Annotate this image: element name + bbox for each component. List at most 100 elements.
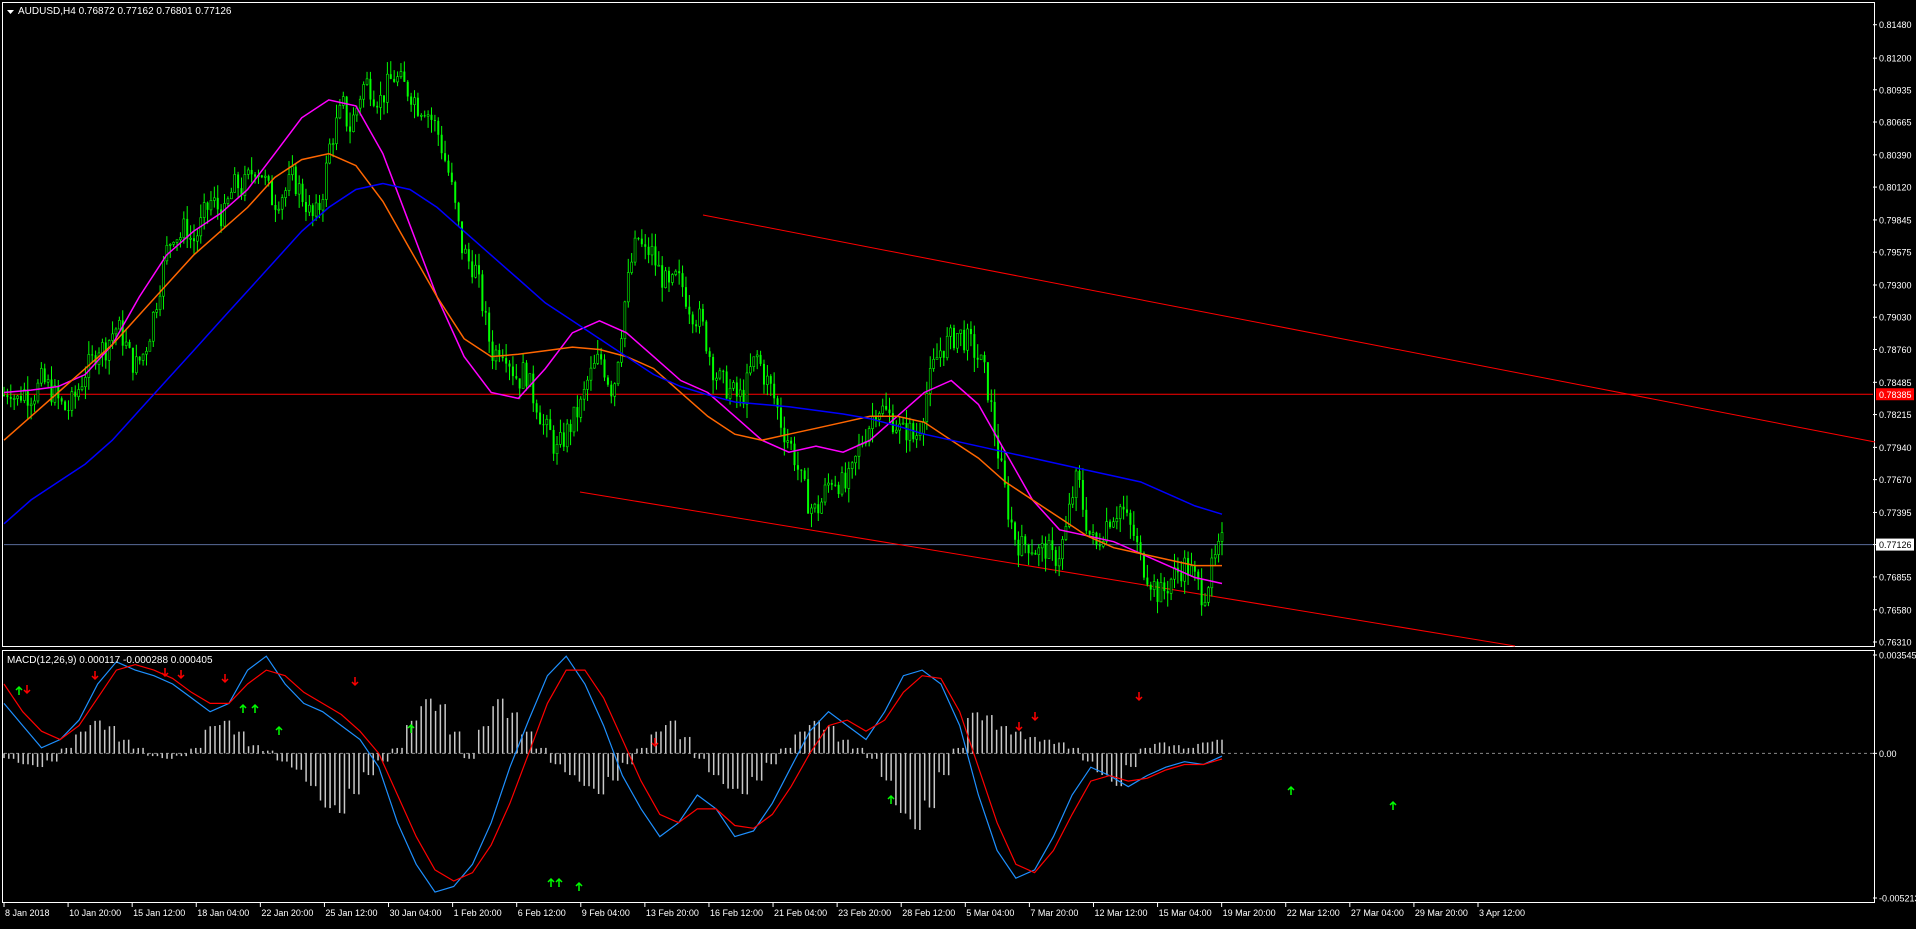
candle-body-bull xyxy=(1152,581,1156,590)
candle-body-bull xyxy=(151,311,155,342)
candle-body-bear xyxy=(905,423,908,441)
candle-body-bull xyxy=(613,383,616,397)
candle-body-bull xyxy=(1203,601,1207,606)
candle-body-bull xyxy=(1047,539,1051,559)
candle-body-bear xyxy=(1014,522,1017,540)
candle-body-bear xyxy=(471,261,474,278)
candle-body-bull xyxy=(213,197,216,201)
candle-body-bull xyxy=(840,472,844,495)
candle-body-bull xyxy=(233,174,237,193)
candle-body-bull xyxy=(335,117,338,144)
candle-body-bull xyxy=(1057,558,1061,567)
candle-body-bear xyxy=(3,394,5,396)
candle-body-bull xyxy=(420,114,423,117)
candle-body-bull xyxy=(732,382,735,389)
candle-body-bull xyxy=(1207,587,1210,603)
candle-body-bull xyxy=(593,363,596,369)
price-axis-label: 0.76855 xyxy=(1879,572,1912,582)
candle-body-bear xyxy=(1163,582,1166,592)
candle-body-bull xyxy=(1112,521,1115,528)
candle-body-bull xyxy=(521,362,525,389)
candle-body-bull xyxy=(932,359,935,369)
candle-body-bull xyxy=(46,379,50,383)
candle-body-bull xyxy=(114,328,118,335)
candle-body-bear xyxy=(722,370,725,372)
candle-body-bull xyxy=(365,78,369,85)
candle-body-bear xyxy=(969,328,972,335)
candle-body-bull xyxy=(671,274,674,283)
candle-body-bull xyxy=(246,169,250,175)
candle-body-bear xyxy=(511,366,514,377)
candle-body-bull xyxy=(616,361,620,385)
candle-body-bull xyxy=(70,391,74,411)
symbol-header[interactable]: AUDUSD,H4 0.76872 0.77162 0.76801 0.7712… xyxy=(7,6,232,17)
time-axis-label: 5 Mar 04:00 xyxy=(966,908,1014,918)
candle-body-bear xyxy=(237,174,240,189)
candle-body-bull xyxy=(111,333,114,341)
candle-body-bull xyxy=(881,405,885,414)
candle-body-bear xyxy=(1187,558,1190,576)
price-axis-label: 0.80120 xyxy=(1879,183,1912,193)
candle-body-bear xyxy=(1166,591,1169,594)
price-axis-label: 0.77940 xyxy=(1879,443,1912,453)
candle-body-bear xyxy=(661,265,664,288)
time-axis-label: 30 Jan 04:00 xyxy=(390,908,442,918)
candle-body-bear xyxy=(393,78,396,82)
candle-body-bull xyxy=(179,237,182,241)
candle-body-bull xyxy=(922,421,925,434)
candle-body-bull xyxy=(939,350,942,358)
candle-body-bull xyxy=(871,415,874,429)
candle-body-bull xyxy=(1030,552,1034,555)
candle-body-bull xyxy=(1213,554,1217,559)
candle-body-bear xyxy=(762,363,765,385)
candle-body-bear xyxy=(647,246,650,255)
candle-body-bear xyxy=(990,400,993,402)
price-axis-label: 0.80390 xyxy=(1879,150,1912,160)
candle-body-bull xyxy=(674,270,678,275)
candle-body-bull xyxy=(1220,532,1224,542)
candle-body-bear xyxy=(640,238,643,245)
candle-body-bear xyxy=(74,391,77,397)
candle-body-bear xyxy=(19,395,22,401)
candle-body-bear xyxy=(549,419,552,430)
candle-body-bull xyxy=(956,333,959,349)
candle-body-bear xyxy=(525,362,528,387)
candle-body-bull xyxy=(352,114,355,132)
candle-body-bull xyxy=(155,309,158,313)
candle-body-bear xyxy=(654,246,657,266)
candle-body-bull xyxy=(1159,582,1163,603)
candle-body-bear xyxy=(735,382,738,397)
candle-body-bull xyxy=(945,335,949,359)
chart-canvas[interactable]: 0.81480 0.81200 0.80935 0.80665 0.80390 0.801… xyxy=(0,0,1916,924)
candle-body-bull xyxy=(280,197,284,210)
candle-body-bull xyxy=(915,435,918,440)
candle-body-bear xyxy=(1054,550,1057,566)
price-axis-label: 0.81480 xyxy=(1879,20,1912,30)
candle-body-bull xyxy=(426,114,430,117)
candle-body-bull xyxy=(202,202,206,218)
macd-axis-label: 0.003545 xyxy=(1879,651,1916,661)
candle-body-bear xyxy=(1088,530,1091,535)
candle-body-bear xyxy=(759,354,762,364)
candle-body-bull xyxy=(474,264,477,278)
candle-body-bear xyxy=(138,356,141,361)
candle-body-bear xyxy=(457,202,460,222)
candle-body-bear xyxy=(382,95,385,103)
candle-body-bull xyxy=(823,484,827,503)
candle-body-bull xyxy=(287,174,291,191)
candle-body-bear xyxy=(539,412,542,425)
candle-body-bear xyxy=(505,358,508,364)
candle-body-bull xyxy=(894,429,898,433)
candle-body-bear xyxy=(1193,565,1196,572)
candle-body-bear xyxy=(885,406,888,410)
candle-body-bear xyxy=(1139,542,1142,554)
candle-body-bear xyxy=(773,383,776,399)
time-axis-label: 12 Mar 12:00 xyxy=(1094,908,1147,918)
candle-body-bear xyxy=(681,273,684,288)
trading-chart-window[interactable]: 0.81480 0.81200 0.80935 0.80665 0.80390 0.801… xyxy=(0,0,1916,924)
candle-body-bear xyxy=(569,424,572,432)
candle-body-bear xyxy=(318,202,321,211)
candle-body-bear xyxy=(837,484,840,495)
candle-body-bull xyxy=(596,353,600,364)
candle-body-bear xyxy=(983,355,986,363)
